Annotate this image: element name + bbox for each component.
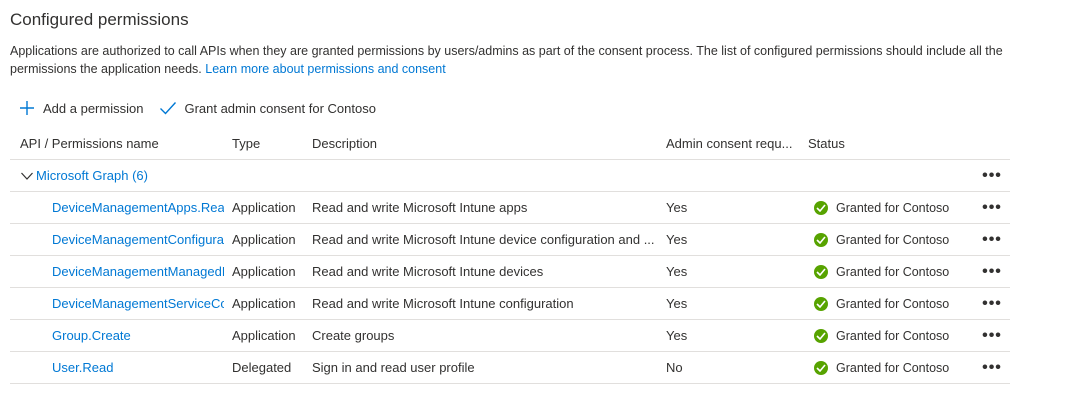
- permission-type: Application: [232, 296, 296, 311]
- table-row: DeviceManagementConfiguratic Application…: [10, 224, 1010, 256]
- more-ellipsis-icon[interactable]: •••: [982, 263, 1002, 280]
- more-ellipsis-icon[interactable]: •••: [982, 295, 1002, 312]
- section-description: Applications are authorized to call APIs…: [10, 42, 1010, 78]
- table-row: User.Read Delegated Sign in and read use…: [10, 352, 1010, 384]
- success-check-icon: [814, 328, 828, 343]
- permission-name-link[interactable]: User.Read: [52, 360, 113, 375]
- grant-admin-consent-label: Grant admin consent for Contoso: [184, 100, 376, 116]
- permission-description: Create groups: [312, 328, 395, 343]
- more-ellipsis-icon[interactable]: •••: [982, 359, 1002, 376]
- permission-type: Application: [232, 264, 296, 279]
- section-title: Configured permissions: [10, 10, 189, 29]
- table-row: DeviceManagementManagedDe Application Re…: [10, 256, 1010, 288]
- header-status[interactable]: Status: [808, 128, 958, 159]
- admin-consent-value: No: [666, 360, 683, 375]
- permission-description: Read and write Microsoft Intune apps: [312, 200, 528, 215]
- grant-admin-consent-button[interactable]: Grant admin consent for Contoso: [159, 99, 376, 117]
- permission-name-link[interactable]: DeviceManagementServiceConfi: [52, 296, 224, 311]
- permission-description: Read and write Microsoft Intune configur…: [312, 296, 574, 311]
- admin-consent-value: Yes: [666, 296, 688, 311]
- more-ellipsis-icon[interactable]: •••: [982, 231, 1002, 248]
- header-api[interactable]: API / Permissions name: [20, 128, 220, 159]
- status-cell: Granted for Contoso: [808, 288, 958, 319]
- admin-consent-value: Yes: [666, 232, 688, 247]
- status-cell: Granted for Contoso: [808, 256, 958, 287]
- status-label: Granted for Contoso: [836, 264, 950, 279]
- status-label: Granted for Contoso: [836, 360, 950, 375]
- permission-type: Application: [232, 200, 296, 215]
- header-type[interactable]: Type: [232, 128, 307, 159]
- description-text: Applications are authorized to call APIs…: [10, 44, 1003, 76]
- add-permission-label: Add a permission: [43, 100, 144, 116]
- permission-description: Sign in and read user profile: [312, 360, 475, 375]
- admin-consent-value: Yes: [666, 200, 688, 215]
- status-cell: Granted for Contoso: [808, 352, 958, 383]
- permission-type: Application: [232, 232, 296, 247]
- more-ellipsis-icon[interactable]: •••: [982, 199, 1002, 216]
- admin-consent-value: Yes: [666, 264, 688, 279]
- header-description[interactable]: Description: [312, 128, 662, 159]
- status-cell: Granted for Contoso: [808, 224, 958, 255]
- more-ellipsis-icon[interactable]: •••: [982, 167, 1002, 184]
- admin-consent-value: Yes: [666, 328, 688, 343]
- permission-type: Application: [232, 328, 296, 343]
- table-row: Group.Create Application Create groups Y…: [10, 320, 1010, 352]
- checkmark-icon: [159, 99, 177, 117]
- status-label: Granted for Contoso: [836, 296, 950, 311]
- learn-more-link[interactable]: Learn more about permissions and consent: [205, 62, 445, 76]
- success-check-icon: [814, 360, 828, 375]
- chevron-down-icon[interactable]: [20, 169, 34, 183]
- group-cell: Microsoft Graph (6): [20, 160, 320, 191]
- add-permission-button[interactable]: Add a permission: [18, 99, 143, 117]
- permission-name-link[interactable]: Group.Create: [52, 328, 131, 343]
- more-ellipsis-icon[interactable]: •••: [982, 327, 1002, 344]
- status-label: Granted for Contoso: [836, 200, 950, 215]
- permission-type: Delegated: [232, 360, 292, 375]
- group-label[interactable]: Microsoft Graph (6): [36, 168, 148, 183]
- success-check-icon: [814, 296, 828, 311]
- table-row: DeviceManagementServiceConfi Application…: [10, 288, 1010, 320]
- status-cell: Granted for Contoso: [808, 320, 958, 351]
- permissions-table: API / Permissions name Type Description …: [10, 128, 1010, 384]
- status-label: Granted for Contoso: [836, 328, 950, 343]
- header-admin-consent[interactable]: Admin consent requ...: [666, 128, 806, 159]
- success-check-icon: [814, 200, 828, 215]
- command-bar: Add a permission Grant admin consent for…: [18, 97, 392, 119]
- status-label: Granted for Contoso: [836, 232, 950, 247]
- group-more-cell: •••: [980, 160, 1004, 191]
- permission-description: Read and write Microsoft Intune device c…: [312, 232, 655, 247]
- permission-name-link[interactable]: DeviceManagementManagedDe: [52, 264, 224, 279]
- permission-name-link[interactable]: DeviceManagementApps.ReadW: [52, 200, 224, 215]
- group-row-microsoft-graph[interactable]: Microsoft Graph (6) •••: [10, 160, 1010, 192]
- permission-description: Read and write Microsoft Intune devices: [312, 264, 544, 279]
- success-check-icon: [814, 232, 828, 247]
- status-cell: Granted for Contoso: [808, 192, 958, 223]
- table-row: DeviceManagementApps.ReadW Application R…: [10, 192, 1010, 224]
- plus-icon: [18, 99, 36, 117]
- success-check-icon: [814, 264, 828, 279]
- permission-name-link[interactable]: DeviceManagementConfiguratic: [52, 232, 224, 247]
- table-header-row: API / Permissions name Type Description …: [10, 128, 1010, 160]
